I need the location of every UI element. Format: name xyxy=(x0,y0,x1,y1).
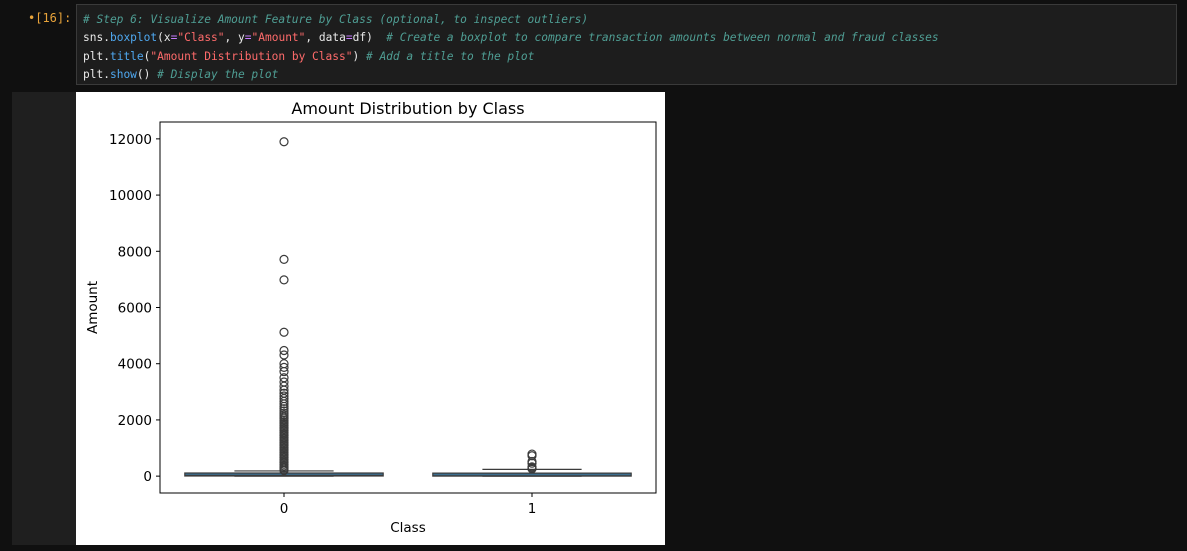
code-token: ) xyxy=(352,49,366,63)
code-token: = xyxy=(244,31,252,45)
cell-prompt: •[16]: xyxy=(28,11,71,25)
code-token: plt xyxy=(83,67,104,81)
y-tick-label: 6000 xyxy=(118,301,152,317)
code-token: "Amount Distribution by Class" xyxy=(150,49,353,63)
y-tick-label: 4000 xyxy=(118,357,152,373)
code-token: () xyxy=(136,67,158,81)
outlier-point xyxy=(279,275,289,285)
outlier-point xyxy=(279,254,289,264)
plot-frame xyxy=(159,121,657,494)
code-token: # Create a boxplot to compare transactio… xyxy=(386,31,939,45)
y-tick-label: 8000 xyxy=(118,244,152,260)
code-line: plt.show() # Display the plot xyxy=(83,66,1176,84)
code-token: boxplot xyxy=(109,31,158,45)
code-token: = xyxy=(345,31,353,45)
code-token: sns xyxy=(83,31,104,45)
x-tick-label: 1 xyxy=(528,501,537,517)
boxplot-chart: Amount Distribution by Class Amount Clas… xyxy=(85,99,657,536)
execution-count: [16]: xyxy=(35,11,72,25)
code-line: # Step 6: Visualize Amount Feature by Cl… xyxy=(83,11,1176,29)
output-area: Amount Distribution by Class Amount Clas… xyxy=(76,92,665,545)
code-token: # Add a title to the plot xyxy=(365,49,535,63)
x-axis-label: Class xyxy=(390,520,426,536)
y-axis-label: Amount xyxy=(85,281,101,334)
chart-title: Amount Distribution by Class xyxy=(291,99,524,118)
y-tick-label: 2000 xyxy=(118,413,152,429)
code-line: plt.title("Amount Distribution by Class"… xyxy=(83,48,1176,66)
code-cell-editor[interactable]: # Step 6: Visualize Amount Feature by Cl… xyxy=(76,4,1177,85)
outlier-point xyxy=(279,137,289,147)
code-token: . xyxy=(103,31,110,45)
code-token: . xyxy=(103,67,110,81)
code-token: . xyxy=(103,49,110,63)
outlier-point xyxy=(279,327,289,337)
code-token: "Class" xyxy=(177,31,225,45)
code-token: ) xyxy=(366,31,387,45)
x-tick-label: 0 xyxy=(280,501,289,517)
y-tick-label: 10000 xyxy=(109,188,152,204)
code-token: , xyxy=(305,31,319,45)
code-token: , xyxy=(224,31,239,45)
code-token: title xyxy=(109,49,144,63)
y-tick-label: 12000 xyxy=(109,132,152,148)
code-token: y xyxy=(238,31,245,45)
code-token: x xyxy=(163,31,171,45)
code-token: show xyxy=(109,67,137,81)
code-token: # Display the plot xyxy=(157,67,279,81)
code-token: ( xyxy=(157,31,164,45)
code-token: df xyxy=(352,31,367,45)
y-tick-label: 0 xyxy=(143,469,152,485)
code-token: data xyxy=(318,31,346,45)
code-token: plt xyxy=(83,49,104,63)
output-gutter[interactable] xyxy=(12,92,76,545)
code-token: # Step 6: Visualize Amount Feature by Cl… xyxy=(83,13,589,26)
code-line: sns.boxplot(x="Class", y="Amount", data=… xyxy=(83,29,1176,47)
code-token: "Amount" xyxy=(251,31,306,45)
